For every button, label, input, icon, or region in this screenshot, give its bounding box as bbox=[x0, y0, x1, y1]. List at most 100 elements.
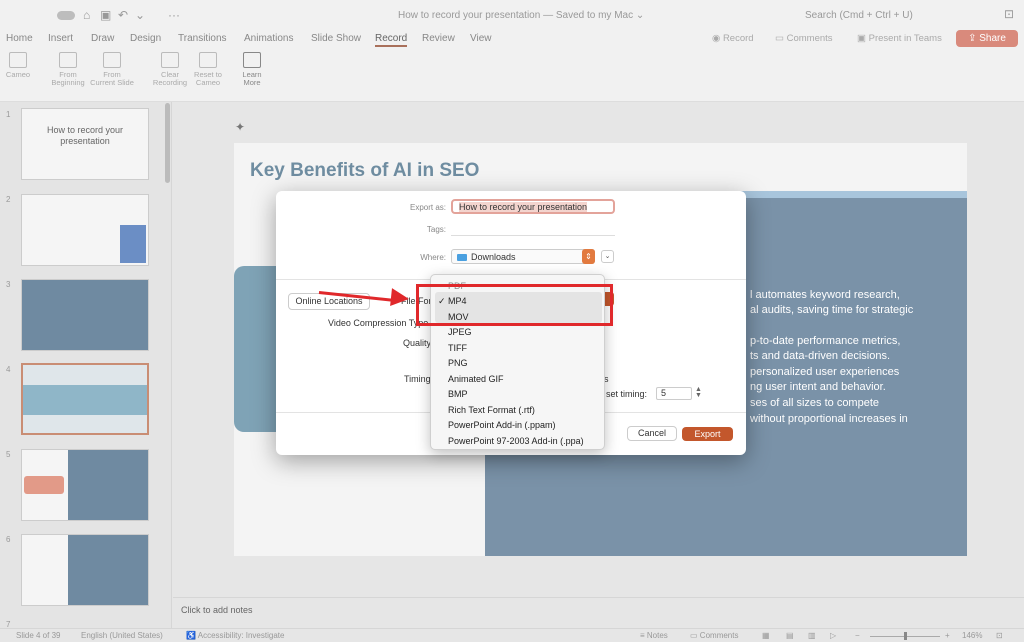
learn-more-button[interactable]: Learn More bbox=[238, 52, 266, 87]
menu-item-rtf[interactable]: Rich Text Format (.rtf) bbox=[448, 405, 535, 415]
expand-chevron-button[interactable]: ⌄ bbox=[601, 250, 614, 263]
slide-text-line: al audits, saving time for strategic bbox=[750, 304, 914, 316]
slide-text-line: personalized user experiences bbox=[750, 366, 900, 378]
where-select[interactable]: Downloads ⇕ bbox=[451, 249, 595, 264]
set-timing-input[interactable]: 5 bbox=[656, 387, 692, 400]
quality-label: Quality bbox=[403, 338, 432, 348]
record-from-current-icon bbox=[103, 52, 121, 68]
document-title[interactable]: How to record your presentation — Saved … bbox=[398, 10, 644, 21]
active-tab-indicator bbox=[375, 45, 407, 47]
redo-icon[interactable]: ⌄ bbox=[135, 8, 145, 22]
zoom-slider-thumb[interactable] bbox=[904, 632, 907, 640]
reset-cameo-icon bbox=[199, 52, 217, 68]
tab-view[interactable]: View bbox=[470, 33, 492, 44]
menu-item-animated-gif[interactable]: Animated GIF bbox=[448, 374, 504, 384]
tab-home[interactable]: Home bbox=[6, 33, 33, 44]
menu-item-jpeg[interactable]: JPEG bbox=[448, 327, 472, 337]
present-in-teams-button[interactable]: ▣ Present in Teams bbox=[857, 33, 942, 44]
title-bar: ⌂ ▣ ↶ ⌄ ··· How to record your presentat… bbox=[0, 0, 1024, 30]
undo-icon[interactable]: ↶ bbox=[118, 8, 128, 22]
menu-item-bmp[interactable]: BMP bbox=[448, 389, 468, 399]
from-beginning-button[interactable]: From Beginning bbox=[48, 52, 88, 87]
notes-button[interactable]: ≡ Notes bbox=[640, 631, 668, 640]
tags-input[interactable] bbox=[451, 221, 615, 236]
slide-title[interactable]: Key Benefits of AI in SEO bbox=[250, 160, 479, 182]
share-button[interactable]: ⇪ Share bbox=[956, 30, 1018, 47]
from-current-slide-button[interactable]: From Current Slide bbox=[88, 52, 136, 87]
comments-status-button[interactable]: ▭ Comments bbox=[690, 631, 738, 640]
comments-button[interactable]: ▭ Comments bbox=[775, 33, 833, 44]
accessibility-button[interactable]: ♿ Accessibility: Investigate bbox=[186, 631, 284, 640]
record-label: Record bbox=[722, 33, 754, 44]
export-as-input[interactable]: How to record your presentation bbox=[451, 199, 615, 214]
slide-number: 5 bbox=[6, 450, 11, 459]
tab-transitions[interactable]: Transitions bbox=[178, 33, 227, 44]
reset-cameo-label-2: Cameo bbox=[195, 78, 221, 87]
folder-icon bbox=[457, 254, 467, 262]
slide-thumbnail-2[interactable] bbox=[21, 194, 149, 266]
notes-icon: ≡ bbox=[640, 631, 645, 640]
cancel-button[interactable]: Cancel bbox=[627, 426, 677, 441]
tab-slide-show[interactable]: Slide Show bbox=[311, 33, 361, 44]
language-indicator[interactable]: English (United States) bbox=[81, 631, 163, 640]
slide-number: 1 bbox=[6, 110, 11, 119]
zoom-in-icon[interactable]: + bbox=[945, 631, 950, 640]
cameo-button[interactable]: Cameo bbox=[5, 52, 31, 79]
cameo-icon bbox=[9, 52, 27, 68]
tab-record[interactable]: Record bbox=[375, 33, 407, 44]
record-ribbon: Cameo From Beginning From Current Slide Cl… bbox=[0, 48, 1024, 102]
designer-icon[interactable]: ✦ bbox=[235, 120, 245, 134]
tab-draw[interactable]: Draw bbox=[91, 33, 114, 44]
accessibility-icon: ♿ bbox=[186, 631, 196, 640]
slide-text-line: ts and data-driven decisions. bbox=[750, 350, 891, 362]
from-beginning-label-2: Beginning bbox=[51, 78, 85, 87]
record-button[interactable]: ◉ Record bbox=[712, 33, 754, 44]
export-as-label: Export as: bbox=[409, 203, 446, 212]
tab-review[interactable]: Review bbox=[422, 33, 455, 44]
share-icon: ⇪ bbox=[968, 33, 977, 44]
slide-thumbnail-6[interactable] bbox=[21, 534, 149, 606]
menu-item-ppa[interactable]: PowerPoint 97-2003 Add-in (.ppa) bbox=[448, 436, 584, 446]
reading-view-icon[interactable]: ▥ bbox=[808, 631, 816, 640]
menu-item-tiff[interactable]: TIFF bbox=[448, 343, 467, 353]
tab-insert[interactable]: Insert bbox=[48, 33, 73, 44]
set-timing-label: set timing: bbox=[606, 389, 648, 399]
export-button[interactable]: Export bbox=[682, 427, 733, 441]
clear-recording-button[interactable]: Clear Recording bbox=[150, 52, 190, 87]
record-from-beginning-icon bbox=[59, 52, 77, 68]
fit-to-window-icon[interactable]: ⊡ bbox=[996, 631, 1003, 640]
menu-item-ppam[interactable]: PowerPoint Add-in (.ppam) bbox=[448, 420, 556, 430]
thumbnail-graphic bbox=[120, 225, 146, 263]
autosave-toggle[interactable] bbox=[57, 11, 75, 20]
export-as-value: How to record your presentation bbox=[459, 202, 588, 212]
reset-to-cameo-button[interactable]: Reset to Cameo bbox=[190, 52, 226, 87]
more-icon[interactable]: ··· bbox=[168, 8, 180, 22]
slide-thumbnail-1[interactable]: How to record your presentation bbox=[21, 108, 149, 180]
slide-thumbnail-3[interactable] bbox=[21, 279, 149, 351]
slide-sorter-icon[interactable]: ▤ bbox=[786, 631, 794, 640]
home-icon[interactable]: ⌂ bbox=[83, 8, 90, 22]
save-icon[interactable]: ▣ bbox=[100, 8, 111, 22]
thumbnail-graphic bbox=[24, 476, 64, 494]
clear-recording-label-2: Recording bbox=[152, 78, 188, 87]
notes-placeholder: Click to add notes bbox=[181, 605, 253, 615]
normal-view-icon[interactable]: ▦ bbox=[762, 631, 770, 640]
slide-text-line: ses of all sizes to compete bbox=[750, 397, 880, 409]
notes-pane[interactable]: Click to add notes bbox=[173, 597, 1024, 628]
menu-item-png[interactable]: PNG bbox=[448, 358, 468, 368]
slide-thumbnail-5[interactable] bbox=[21, 449, 149, 521]
zoom-level[interactable]: 146% bbox=[962, 631, 982, 640]
search-input[interactable]: Search (Cmd + Ctrl + U) bbox=[805, 10, 913, 21]
tab-animations[interactable]: Animations bbox=[244, 33, 293, 44]
tab-design[interactable]: Design bbox=[130, 33, 161, 44]
thumbnail-graphic bbox=[68, 535, 148, 605]
account-icon[interactable]: ⊡ bbox=[1004, 7, 1014, 21]
comment-icon: ▭ bbox=[690, 631, 698, 640]
slide-number: 2 bbox=[6, 195, 11, 204]
slideshow-icon[interactable]: ▷ bbox=[830, 631, 836, 640]
timing-stepper[interactable]: ▲ ▼ bbox=[695, 386, 702, 399]
slide-number: 6 bbox=[6, 535, 11, 544]
zoom-out-icon[interactable]: − bbox=[855, 631, 860, 640]
thumbnails-scrollbar[interactable] bbox=[165, 103, 170, 183]
slide-thumbnail-4[interactable] bbox=[21, 363, 149, 435]
